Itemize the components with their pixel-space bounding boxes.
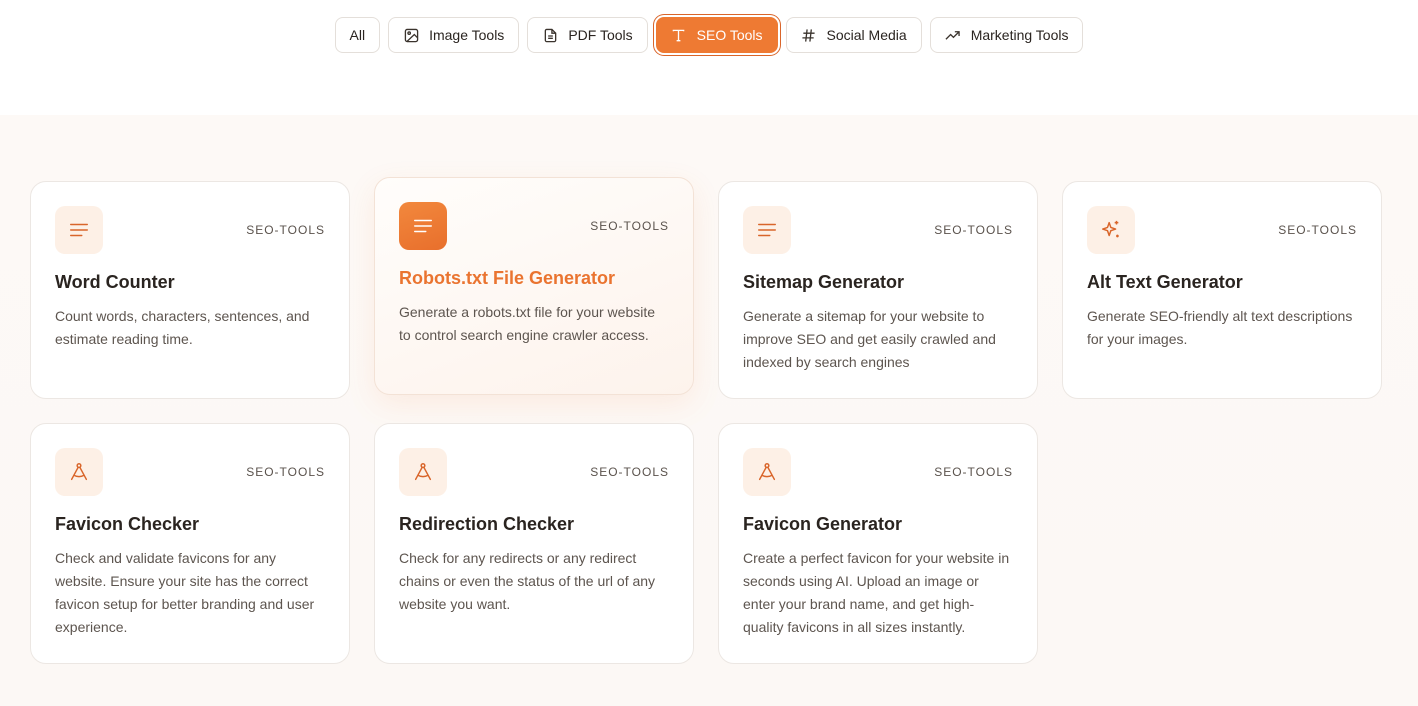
category-tag: SEO-TOOLS bbox=[590, 219, 669, 233]
card-description: Check and validate favicons for any webs… bbox=[55, 550, 315, 635]
sparkles-icon bbox=[1087, 206, 1135, 254]
category-tag: SEO-TOOLS bbox=[590, 465, 669, 479]
card-description: Check for any redirects or any redirect … bbox=[399, 550, 656, 612]
card-description: Generate SEO-friendly alt text descripti… bbox=[1087, 308, 1353, 347]
category-tag: SEO-TOOLS bbox=[246, 223, 325, 237]
text-type-icon bbox=[671, 27, 687, 43]
compass-drafting-icon bbox=[55, 448, 103, 496]
tool-card-redirection-checker[interactable]: SEO-TOOLS Redirection Checker Check for … bbox=[374, 423, 694, 664]
tool-card-word-counter[interactable]: SEO-TOOLS Word Counter Count words, char… bbox=[30, 181, 350, 399]
tool-card-alt-text-generator[interactable]: SEO-TOOLS Alt Text Generator Generate SE… bbox=[1062, 181, 1382, 399]
tool-card-favicon-generator[interactable]: SEO-TOOLS Favicon Generator Create a per… bbox=[718, 423, 1038, 664]
card-description: Create a perfect favicon for your websit… bbox=[743, 550, 1010, 635]
filter-social-media[interactable]: Social Media bbox=[785, 17, 922, 53]
hash-icon bbox=[801, 27, 817, 43]
card-title: Favicon Checker bbox=[55, 514, 200, 534]
text-lines-icon bbox=[399, 202, 447, 250]
card-title: Word Counter bbox=[55, 272, 175, 292]
tool-card-favicon-checker[interactable]: SEO-TOOLS Favicon Checker Check and vali… bbox=[30, 423, 350, 664]
tool-card-robots-txt-generator[interactable]: SEO-TOOLS Robots.txt File Generator Gene… bbox=[374, 177, 694, 395]
card-title: Robots.txt File Generator bbox=[399, 268, 616, 288]
trending-up-icon bbox=[945, 27, 961, 43]
filter-seo-tools[interactable]: SEO Tools bbox=[655, 17, 778, 53]
card-title: Favicon Generator bbox=[743, 514, 903, 534]
filter-marketing-tools[interactable]: Marketing Tools bbox=[929, 17, 1084, 53]
text-lines-icon bbox=[55, 206, 103, 254]
card-title: Redirection Checker bbox=[399, 514, 575, 534]
image-icon bbox=[403, 27, 419, 43]
text-lines-icon bbox=[743, 206, 791, 254]
category-tag: SEO-TOOLS bbox=[934, 465, 1013, 479]
document-icon bbox=[542, 27, 558, 43]
filter-label: Social Media bbox=[826, 27, 907, 43]
card-description: Generate a sitemap for your website to i… bbox=[743, 308, 996, 370]
category-filter-bar: All Image Tools PDF Tools SEO Tools Soci… bbox=[0, 17, 1418, 53]
tools-grid-section: SEO-TOOLS Word Counter Count words, char… bbox=[0, 115, 1418, 706]
category-tag: SEO-TOOLS bbox=[1278, 223, 1357, 237]
filter-label: Marketing Tools bbox=[970, 27, 1069, 43]
card-description: Generate a robots.txt file for your webs… bbox=[399, 304, 656, 343]
tool-card-sitemap-generator[interactable]: SEO-TOOLS Sitemap Generator Generate a s… bbox=[718, 181, 1038, 399]
filter-pdf-tools[interactable]: PDF Tools bbox=[527, 17, 648, 53]
compass-drafting-icon bbox=[399, 448, 447, 496]
category-tag: SEO-TOOLS bbox=[246, 465, 325, 479]
card-title: Sitemap Generator bbox=[743, 272, 905, 292]
card-description: Count words, characters, sentences, and … bbox=[55, 308, 310, 347]
filter-all[interactable]: All bbox=[334, 17, 381, 53]
filter-label: All bbox=[349, 27, 366, 43]
card-title: Alt Text Generator bbox=[1087, 272, 1243, 292]
category-tag: SEO-TOOLS bbox=[934, 223, 1013, 237]
filter-label: Image Tools bbox=[429, 27, 505, 43]
filter-label: PDF Tools bbox=[568, 27, 633, 43]
filter-image-tools[interactable]: Image Tools bbox=[388, 17, 520, 53]
filter-label: SEO Tools bbox=[696, 27, 763, 43]
compass-drafting-icon bbox=[743, 448, 791, 496]
